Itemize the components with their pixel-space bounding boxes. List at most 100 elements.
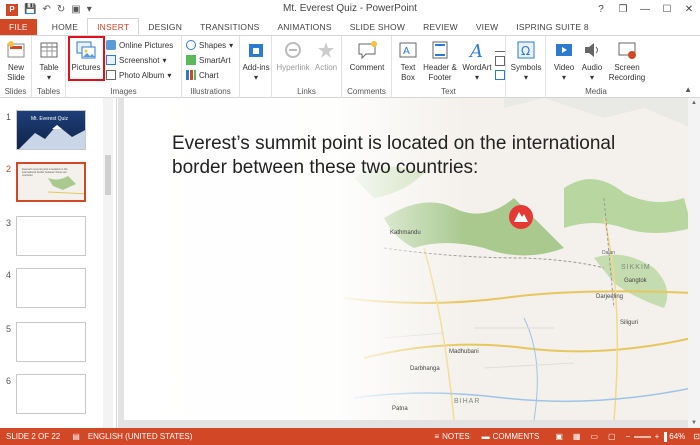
slide-thumbnail-1[interactable]: Mt. Everest Quiz [16,110,86,150]
map-label-darbhanga: Darbhanga [410,366,440,372]
fit-slide-icon[interactable]: ⊡ [693,432,700,441]
slide-1-title: Mt. Everest Quiz [31,116,68,122]
screen-recording-button[interactable]: Screen Recording [606,39,648,83]
date-time-icon[interactable] [495,56,505,66]
scroll-down-icon[interactable]: ▼ [691,420,697,426]
text-box-button[interactable]: A Text Box [395,39,421,83]
action-button[interactable]: Action [312,39,340,73]
pictures-highlight-box [68,36,105,81]
smartart-button[interactable]: SmartArt [186,55,231,65]
group-links: Hyperlink Action Links [272,36,342,98]
slide-number: 2 [6,164,12,174]
group-tables: Table ▾ Tables [32,36,66,98]
addins-button[interactable]: Add-ins ▾ [242,39,270,83]
current-slide[interactable]: Everest’s summit point is located on the… [124,98,692,420]
comments-icon: ▬ [481,432,490,441]
minimize-button[interactable]: — [634,0,656,19]
photo-album-icon [106,70,116,80]
chart-button[interactable]: Chart [186,70,219,80]
online-pictures-label: Online Pictures [119,40,174,50]
slide-2-snippet: Everest's summit point is located on the… [22,168,68,178]
comment-button[interactable]: Comment [347,39,387,73]
slide-number: 5 [6,324,12,334]
object-icon[interactable] [495,70,505,80]
slide-sorter-view-icon[interactable]: ▦ [573,432,581,441]
tab-review[interactable]: REVIEW [414,19,467,35]
comments-button[interactable]: COMMENTS [493,432,540,441]
header-footer-label: Header & Footer [423,63,457,82]
new-slide-button[interactable]: New Slide [2,39,30,83]
table-button[interactable]: Table ▾ [35,39,63,83]
group-images: Pictures Online Pictures Screenshot ▾ Pho… [66,36,182,98]
chart-label: Chart [199,70,219,80]
slides-pane-scrollbar[interactable] [103,98,113,428]
tab-transitions[interactable]: TRANSITIONS [191,19,268,35]
video-button[interactable]: Video ▾ [550,39,578,83]
normal-view-icon[interactable]: ▣ [555,432,563,441]
collapse-ribbon-icon[interactable]: ▲ [684,85,692,94]
tab-insert[interactable]: INSERT [87,18,140,35]
slide-vertical-scrollbar[interactable]: ▲ ▼ [688,98,700,428]
header-footer-button[interactable]: Header & Footer [422,39,458,83]
slide-thumbnail-2[interactable]: Everest's summit point is located on the… [16,162,86,202]
maximize-button[interactable]: ☐ [656,0,678,19]
shapes-icon [186,40,196,50]
group-label-illustrations: Illustrations [190,87,231,96]
group-label-media: Media [585,87,607,96]
audio-button[interactable]: Audio ▾ [578,39,606,83]
slide-thumbnail-3[interactable] [16,216,86,256]
tab-design[interactable]: DESIGN [139,19,191,35]
zoom-in-icon[interactable]: + [655,432,660,441]
slide-number: 6 [6,376,12,386]
help-button[interactable]: ? [590,0,612,19]
close-button[interactable]: ✕ [678,0,700,19]
zoom-slider[interactable] [634,431,668,442]
slide-thumbnail-6[interactable] [16,374,86,414]
slide-show-view-icon[interactable]: ▢ [608,432,616,441]
reading-view-icon[interactable]: ▭ [590,432,598,441]
header-footer-icon [429,39,451,61]
slide-thumbnail-5[interactable] [16,322,86,362]
tab-file[interactable]: FILE [0,19,37,35]
slide-title-text[interactable]: Everest’s summit point is located on the… [172,132,652,180]
map-label-madhubani: Madhubani [449,349,479,355]
tab-animations[interactable]: ANIMATIONS [268,19,340,35]
hyperlink-button[interactable]: Hyperlink [275,39,311,73]
tab-home[interactable]: HOME [43,19,87,35]
map-label-dalan: Dalan [602,250,616,256]
zoom-out-icon[interactable]: − [626,432,631,441]
dropdown-arrow-icon: ▾ [589,73,594,82]
ribbon-display-button[interactable]: ❐ [612,0,634,19]
tab-slide-show[interactable]: SLIDE SHOW [341,19,414,35]
shapes-button[interactable]: Shapes ▾ [186,40,233,50]
zoom-level[interactable]: 64% [669,432,685,441]
addins-label: Add-ins [242,63,270,72]
language-indicator[interactable]: ENGLISH (UNITED STATES) [88,432,193,441]
slide-number: 4 [6,270,12,280]
tab-view[interactable]: VIEW [467,19,508,35]
dropdown-arrow-icon: ▾ [46,73,51,82]
zoom-slider-thumb[interactable] [664,431,668,442]
signature-line-icon[interactable] [495,42,505,52]
scroll-up-icon[interactable]: ▲ [691,100,697,106]
screenshot-button[interactable]: Screenshot ▾ [106,55,166,65]
dropdown-arrow-icon: ▾ [167,70,172,80]
video-label: Video [553,63,575,72]
screenshot-icon [106,55,116,65]
photo-album-button[interactable]: Photo Album ▾ [106,70,171,80]
text-box-icon: A [397,39,419,61]
group-addins: Add-ins ▾ [240,36,272,98]
group-comments: Comment Comments [342,36,392,98]
hyperlink-icon [282,39,304,61]
online-pictures-icon [106,40,116,50]
scrollbar-thumb[interactable] [105,155,111,195]
notes-button[interactable]: NOTES [442,432,470,441]
dropdown-arrow-icon: ▾ [229,40,234,50]
wordart-button[interactable]: A WordArt ▾ [460,39,494,83]
spell-check-icon[interactable]: ▤ [72,432,80,441]
slide-thumbnail-4[interactable] [16,268,86,308]
group-illustrations: Shapes ▾ SmartArt Chart Illustrations [182,36,240,98]
online-pictures-button[interactable]: Online Pictures [106,40,173,50]
symbols-button[interactable]: Ω Symbols ▾ [509,39,543,83]
tab-ispring-suite[interactable]: ISPRING SUITE 8 [507,19,597,35]
